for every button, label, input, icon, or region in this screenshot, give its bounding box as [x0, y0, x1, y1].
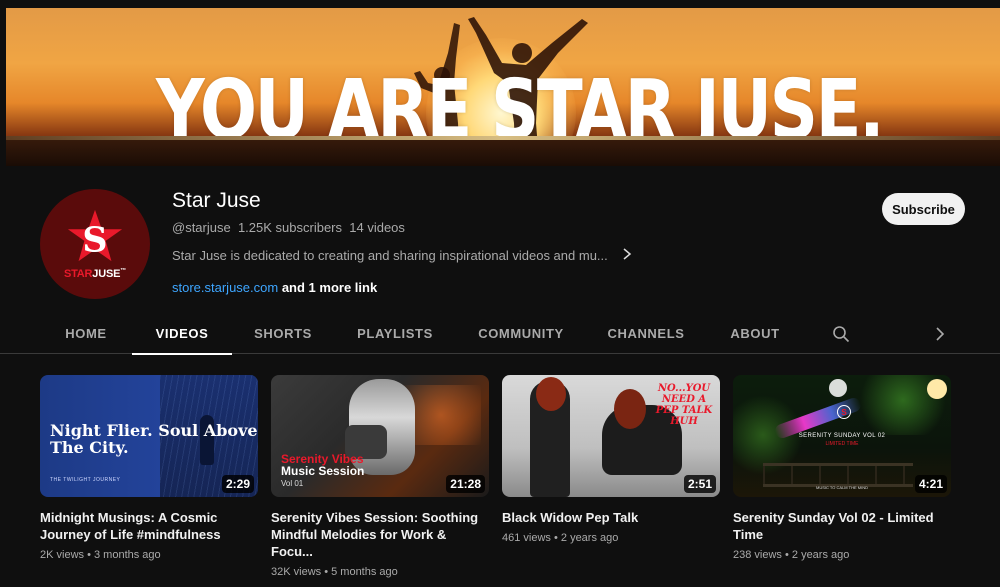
thumbnail-light: [829, 379, 847, 397]
video-title[interactable]: Black Widow Pep Talk: [502, 509, 720, 526]
thumbnail-head: [536, 377, 566, 411]
video-meta: 461 views • 2 years ago: [502, 532, 619, 544]
channel-banner: YOU ARE STAR JUSE.: [6, 8, 1000, 166]
star-logo-icon: S: [67, 209, 123, 262]
channel-handle: @starjuse: [172, 220, 231, 235]
video-thumbnail[interactable]: Serenity Vibes Music Session Vol 01 21:2…: [271, 375, 489, 497]
tab-playlists[interactable]: PLAYLISTS: [344, 313, 446, 354]
channel-description[interactable]: Star Juse is dedicated to creating and s…: [172, 247, 632, 263]
tab-videos[interactable]: VIDEOS: [132, 313, 232, 355]
more-links[interactable]: and 1 more link: [282, 280, 377, 295]
video-thumbnail[interactable]: NO...YOU NEED A PEP TALK HUH 2:51: [502, 375, 720, 497]
video-meta: 32K views • 5 months ago: [271, 566, 398, 578]
tab-shorts[interactable]: SHORTS: [240, 313, 326, 354]
video-card[interactable]: NO...YOU NEED A PEP TALK HUH 2:51 Black …: [502, 375, 720, 544]
thumbnail-subtext: LIMITED TIME: [825, 441, 859, 447]
channel-meta: @starjuse 1.25K subscribers 14 videos: [172, 220, 405, 235]
svg-text:S: S: [82, 220, 107, 261]
video-title[interactable]: Midnight Musings: A Cosmic Journey of Li…: [40, 509, 258, 543]
channel-name: Star Juse: [172, 189, 261, 212]
video-card[interactable]: Serenity Vibes Music Session Vol 01 21:2…: [271, 375, 489, 578]
subscriber-count: 1.25K subscribers: [237, 220, 343, 235]
thumbnail-text: Night Flier. Soul Above The City.: [50, 421, 258, 457]
video-card[interactable]: S SERENITY SUNDAY VOL 02 LIMITED TIME MU…: [733, 375, 951, 561]
thumbnail-subtext: THE TWILIGHT JOURNEY: [50, 477, 121, 483]
thumbnail-bench: [763, 463, 913, 487]
video-meta: 238 views • 2 years ago: [733, 549, 850, 561]
video-duration: 21:28: [446, 475, 485, 493]
thumbnail-head: [614, 389, 646, 429]
video-title[interactable]: Serenity Sunday Vol 02 - Limited Time: [733, 509, 951, 543]
video-title[interactable]: Serenity Vibes Session: Soothing Mindful…: [271, 509, 489, 560]
tab-about[interactable]: ABOUT: [718, 313, 792, 354]
thumbnail-text: NO...YOU NEED A PEP TALK HUH: [655, 383, 713, 427]
channel-tabs: HOME VIDEOS SHORTS PLAYLISTS COMMUNITY C…: [0, 313, 1000, 355]
video-duration: 2:29: [221, 475, 254, 493]
thumbnail-text: SERENITY SUNDAY VOL 02: [798, 433, 886, 439]
video-card[interactable]: Night Flier. Soul Above The City. THE TW…: [40, 375, 258, 561]
avatar-logo-text: STARJUSE™: [63, 268, 127, 280]
store-link[interactable]: store.starjuse.com: [172, 280, 278, 295]
tab-home[interactable]: HOME: [48, 313, 124, 354]
video-count: 14 videos: [349, 220, 405, 235]
tab-channels[interactable]: CHANNELS: [596, 313, 696, 354]
video-thumbnail[interactable]: S SERENITY SUNDAY VOL 02 LIMITED TIME MU…: [733, 375, 951, 497]
star-logo-icon: S: [837, 405, 851, 419]
tab-community[interactable]: COMMUNITY: [466, 313, 576, 354]
banner-sea: [6, 136, 1000, 166]
video-thumbnail[interactable]: Night Flier. Soul Above The City. THE TW…: [40, 375, 258, 497]
thumbnail-light: [927, 379, 947, 399]
video-duration: 4:21: [914, 475, 947, 493]
channel-links: store.starjuse.com and 1 more link: [172, 280, 377, 295]
search-icon[interactable]: [830, 323, 852, 345]
video-duration: 2:51: [683, 475, 716, 493]
thumbnail-label: Music Session: [281, 464, 365, 478]
thumbnail-label: Vol 01: [281, 479, 304, 488]
video-meta: 2K views • 3 months ago: [40, 549, 161, 561]
channel-description-text: Star Juse is dedicated to creating and s…: [172, 247, 608, 263]
chevron-right-icon[interactable]: [622, 247, 632, 263]
chevron-right-icon[interactable]: [929, 323, 951, 345]
channel-avatar[interactable]: S STARJUSE™: [40, 189, 150, 299]
subscribe-button[interactable]: Subscribe: [882, 193, 965, 225]
